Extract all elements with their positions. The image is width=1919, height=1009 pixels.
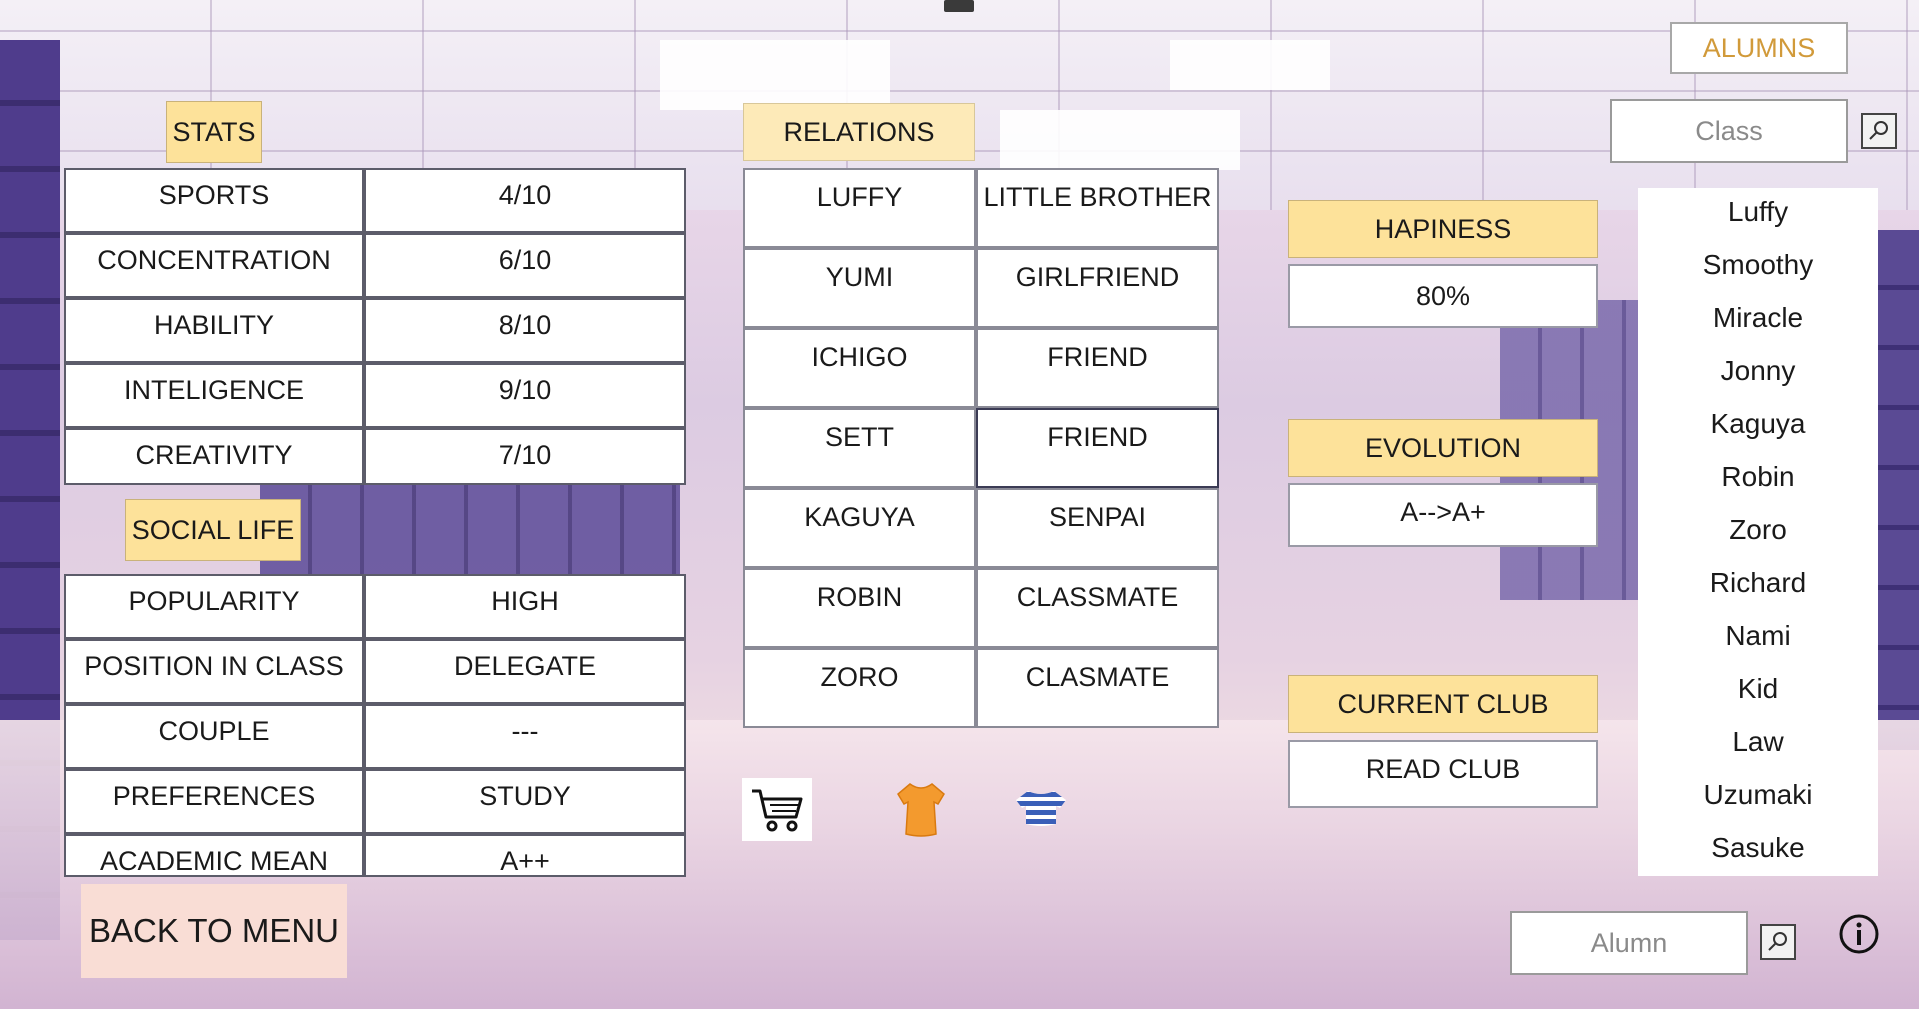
search-icon [1768,932,1787,951]
happiness-value: 80% [1288,264,1598,328]
class-search-input[interactable]: Class [1610,99,1848,163]
class-search-button[interactable] [1861,113,1897,149]
alumn-search-button[interactable] [1760,924,1796,960]
stat-value: 4/10 [364,168,686,233]
current-club-header: CURRENT CLUB [1288,675,1598,733]
orange-shirt-icon [897,783,945,837]
striped-shirt-button[interactable] [1014,788,1068,828]
relation-name: ICHIGO [743,328,976,408]
social-value: A++ [364,834,686,877]
alumn-item-smoothy[interactable]: Smoothy [1638,249,1878,281]
stats-header: STATS [166,101,262,163]
relation-type: FRIEND [976,408,1219,488]
stat-value: 9/10 [364,363,686,428]
alumn-item-kaguya[interactable]: Kaguya [1638,408,1878,440]
social-label: POSITION IN CLASS [64,639,364,704]
alumn-item-law[interactable]: Law [1638,726,1878,758]
lockers-left [0,40,60,940]
ceiling-light [1000,110,1240,170]
ceiling-light [1170,40,1330,90]
ceiling-light [660,40,890,110]
social-value: DELEGATE [364,639,686,704]
stat-label: CREATIVITY [64,428,364,485]
relation-name: KAGUYA [743,488,976,568]
relation-type: GIRLFRIEND [976,248,1219,328]
shopping-cart-icon [752,789,803,831]
stat-value: 7/10 [364,428,686,485]
alumns-button[interactable]: ALUMNS [1670,22,1848,74]
relation-name: ROBIN [743,568,976,648]
evolution-value: A-->A+ [1288,483,1598,547]
alumn-item-uzumaki[interactable]: Uzumaki [1638,779,1878,811]
window-handle[interactable] [944,0,974,12]
relation-type: CLASSMATE [976,568,1219,648]
relation-name: SETT [743,408,976,488]
relation-name: YUMI [743,248,976,328]
stat-value: 6/10 [364,233,686,298]
striped-shirt-icon [1016,791,1066,826]
search-icon [1869,121,1888,140]
alumn-item-sasuke[interactable]: Sasuke [1638,832,1878,864]
stat-label: SPORTS [64,168,364,233]
alumn-item-robin[interactable]: Robin [1638,461,1878,493]
social-label: POPULARITY [64,574,364,639]
stat-label: HABILITY [64,298,364,363]
info-icon [1839,914,1879,954]
back-to-menu-button[interactable]: BACK TO MENU [81,884,347,978]
lockers-middle [260,470,680,580]
info-button[interactable] [1838,913,1880,955]
happiness-header: HAPINESS [1288,200,1598,258]
social-value: --- [364,704,686,769]
current-club-value: READ CLUB [1288,740,1598,808]
social-label: COUPLE [64,704,364,769]
alumn-item-richard[interactable]: Richard [1638,567,1878,599]
relation-name: ZORO [743,648,976,728]
alumn-item-jonny[interactable]: Jonny [1638,355,1878,387]
alumn-item-kid[interactable]: Kid [1638,673,1878,705]
relation-type: FRIEND [976,328,1219,408]
social-label: ACADEMIC MEAN [64,834,364,877]
social-value: STUDY [364,769,686,834]
stat-value: 8/10 [364,298,686,363]
social-life-header: SOCIAL LIFE [125,499,301,561]
alumn-item-luffy[interactable]: Luffy [1638,196,1878,228]
stat-label: INTELIGENCE [64,363,364,428]
alumn-list: Luffy Smoothy Miracle Jonny Kaguya Robin… [1638,188,1878,876]
shop-button[interactable] [742,778,812,841]
social-label: PREFERENCES [64,769,364,834]
stat-label: CONCENTRATION [64,233,364,298]
evolution-header: EVOLUTION [1288,419,1598,477]
alumn-item-zoro[interactable]: Zoro [1638,514,1878,546]
alumn-item-miracle[interactable]: Miracle [1638,302,1878,334]
alumn-item-nami[interactable]: Nami [1638,620,1878,652]
relation-name: LUFFY [743,168,976,248]
alumn-search-input[interactable]: Alumn [1510,911,1748,975]
relation-type: SENPAI [976,488,1219,568]
orange-shirt-button[interactable] [896,780,946,838]
relations-header: RELATIONS [743,103,975,161]
relation-type: LITTLE BROTHER [976,168,1219,248]
social-value: HIGH [364,574,686,639]
relation-type: CLASMATE [976,648,1219,728]
